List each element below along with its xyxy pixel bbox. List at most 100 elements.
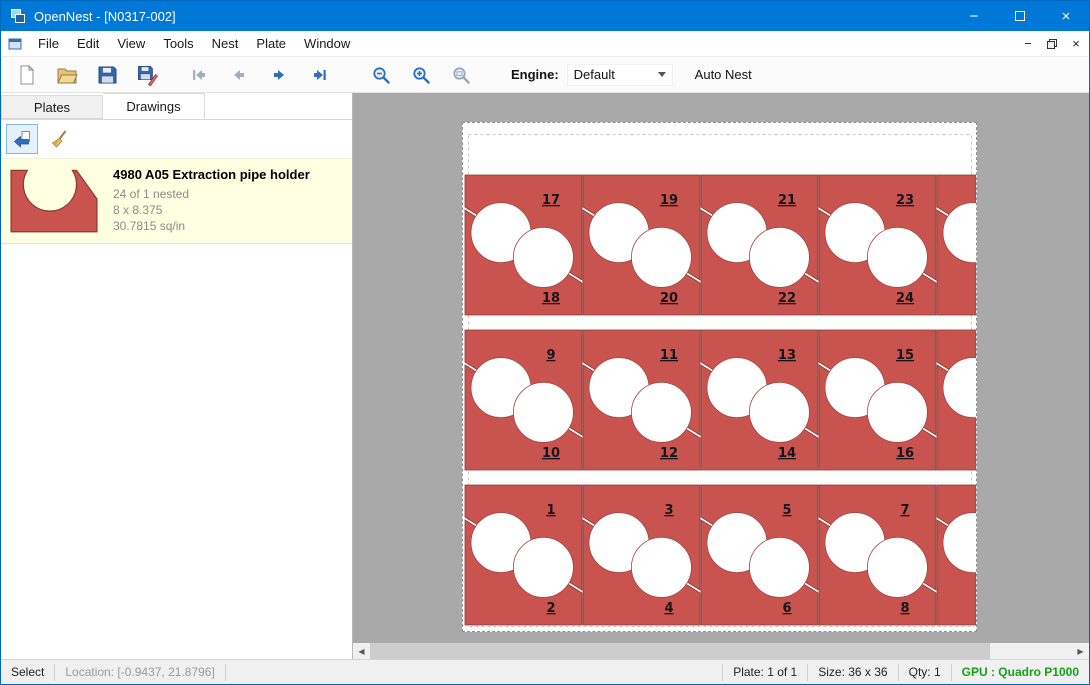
open-button[interactable] xyxy=(51,60,83,90)
plate-edge-remnant[interactable] xyxy=(937,175,976,315)
tool-bar: Engine: Default Auto Nest xyxy=(1,57,1089,93)
menu-edit[interactable]: Edit xyxy=(68,31,108,56)
plate-edge-remnant[interactable] xyxy=(937,485,976,625)
mdi-restore-button[interactable] xyxy=(1041,34,1063,54)
status-plate: Plate: 1 of 1 xyxy=(722,664,807,681)
status-gpu: GPU : Quadro P1000 xyxy=(951,664,1089,681)
nested-pair[interactable]: 21 22 xyxy=(701,175,818,315)
tab-plates[interactable]: Plates xyxy=(1,95,103,119)
main-area: Plates Drawings xyxy=(1,93,1089,659)
part-number: 2 xyxy=(546,601,555,616)
app-icon xyxy=(10,8,26,24)
part-number: 4 xyxy=(664,601,673,616)
save-button[interactable] xyxy=(91,60,123,90)
app-window: OpenNest - [N0317-002] − × File Edit Vie… xyxy=(0,0,1090,685)
plate-edge-remnant[interactable] xyxy=(937,330,976,470)
part-thumbnail xyxy=(9,166,103,236)
auto-nest-toggle[interactable]: Auto Nest xyxy=(695,67,752,82)
part-number: 24 xyxy=(896,291,914,306)
part-number: 7 xyxy=(900,503,909,518)
engine-select[interactable]: Default xyxy=(567,64,673,86)
nested-pair[interactable]: 23 24 xyxy=(819,175,936,315)
drawing-title: 4980 A05 Extraction pipe holder xyxy=(113,167,310,182)
mdi-close-button[interactable]: × xyxy=(1065,34,1087,54)
clear-button[interactable] xyxy=(43,124,75,154)
nested-pair[interactable]: 9 10 xyxy=(465,330,582,470)
drawing-size: 8 x 8.375 xyxy=(113,202,310,218)
mdi-minimize-button[interactable]: − xyxy=(1017,34,1039,54)
nested-pair[interactable]: 17 18 xyxy=(465,175,582,315)
mdi-close-icon: × xyxy=(1072,36,1080,51)
menu-nest[interactable]: Nest xyxy=(203,31,248,56)
scrollbar-thumb[interactable] xyxy=(370,643,990,659)
nested-pair[interactable]: 15 16 xyxy=(819,330,936,470)
previous-plate-icon xyxy=(230,66,248,84)
menu-plate[interactable]: Plate xyxy=(247,31,295,56)
part-number: 9 xyxy=(546,348,555,363)
menu-view[interactable]: View xyxy=(108,31,154,56)
previous-plate-button[interactable] xyxy=(223,60,255,90)
zoom-fit-button[interactable] xyxy=(445,60,477,90)
engine-selected-value: Default xyxy=(574,67,615,82)
status-mode: Select xyxy=(1,664,55,681)
part-number: 14 xyxy=(778,446,796,461)
plate-sheet[interactable]: 17 18 19 20 21 22 xyxy=(462,122,977,632)
scroll-right-icon[interactable]: ▶ xyxy=(1072,643,1089,659)
nested-pair[interactable]: 13 14 xyxy=(701,330,818,470)
nested-pair[interactable]: 19 20 xyxy=(583,175,700,315)
save-icon xyxy=(96,64,118,86)
nest-drawing: 17 18 19 20 21 22 xyxy=(463,123,976,631)
drawing-list-item[interactable]: 4980 A05 Extraction pipe holder 24 of 1 … xyxy=(1,158,352,244)
drawing-area: 30.7815 sq/in xyxy=(113,218,310,234)
drawing-list-empty-area xyxy=(1,244,352,659)
open-icon xyxy=(56,64,78,86)
part-number: 19 xyxy=(660,193,678,208)
horizontal-scrollbar[interactable]: ◀ ▶ xyxy=(353,643,1089,659)
close-icon: × xyxy=(1062,8,1071,25)
menu-tools[interactable]: Tools xyxy=(154,31,202,56)
part-number: 16 xyxy=(896,446,914,461)
zoom-out-icon xyxy=(371,65,391,85)
last-plate-button[interactable] xyxy=(303,60,335,90)
mdi-minimize-icon: − xyxy=(1024,36,1032,51)
nest-canvas[interactable]: 17 18 19 20 21 22 xyxy=(353,93,1089,659)
zoom-in-icon xyxy=(411,65,431,85)
menu-bar: File Edit View Tools Nest Plate Window −… xyxy=(1,31,1089,57)
part-number: 8 xyxy=(900,601,909,616)
part-number: 17 xyxy=(542,193,560,208)
back-arrow-page-icon xyxy=(12,129,32,149)
close-button[interactable]: × xyxy=(1043,1,1089,31)
nested-pair[interactable]: 5 6 xyxy=(701,485,818,625)
nested-pair[interactable]: 1 2 xyxy=(465,485,582,625)
window-title: OpenNest - [N0317-002] xyxy=(34,9,176,24)
new-icon xyxy=(16,64,38,86)
mdi-restore-icon xyxy=(1046,38,1058,50)
nested-pair[interactable]: 7 8 xyxy=(819,485,936,625)
sidebar-tabstrip: Plates Drawings xyxy=(1,93,352,120)
status-bar: Select Location: [-0.9437, 21.8796] Plat… xyxy=(1,659,1089,684)
scrollbar-track[interactable] xyxy=(990,643,1072,659)
zoom-in-button[interactable] xyxy=(405,60,437,90)
part-number: 22 xyxy=(778,291,796,306)
sidebar: Plates Drawings xyxy=(1,93,353,659)
zoom-out-button[interactable] xyxy=(365,60,397,90)
minimize-button[interactable]: − xyxy=(951,1,997,31)
scroll-left-icon[interactable]: ◀ xyxy=(353,643,370,659)
menu-file[interactable]: File xyxy=(29,31,68,56)
new-button[interactable] xyxy=(11,60,43,90)
tab-drawings[interactable]: Drawings xyxy=(103,93,205,119)
save-as-button[interactable] xyxy=(131,60,163,90)
first-plate-button[interactable] xyxy=(183,60,215,90)
maximize-button[interactable] xyxy=(997,1,1043,31)
next-plate-button[interactable] xyxy=(263,60,295,90)
last-plate-icon xyxy=(310,66,328,84)
nested-pair[interactable]: 11 12 xyxy=(583,330,700,470)
part-number: 15 xyxy=(896,348,914,363)
send-to-plate-button[interactable] xyxy=(6,124,38,154)
chevron-down-icon xyxy=(658,72,666,77)
first-plate-icon xyxy=(190,66,208,84)
menu-window[interactable]: Window xyxy=(295,31,359,56)
broom-icon xyxy=(49,129,69,149)
nested-pair[interactable]: 3 4 xyxy=(583,485,700,625)
zoom-fit-icon xyxy=(451,65,471,85)
